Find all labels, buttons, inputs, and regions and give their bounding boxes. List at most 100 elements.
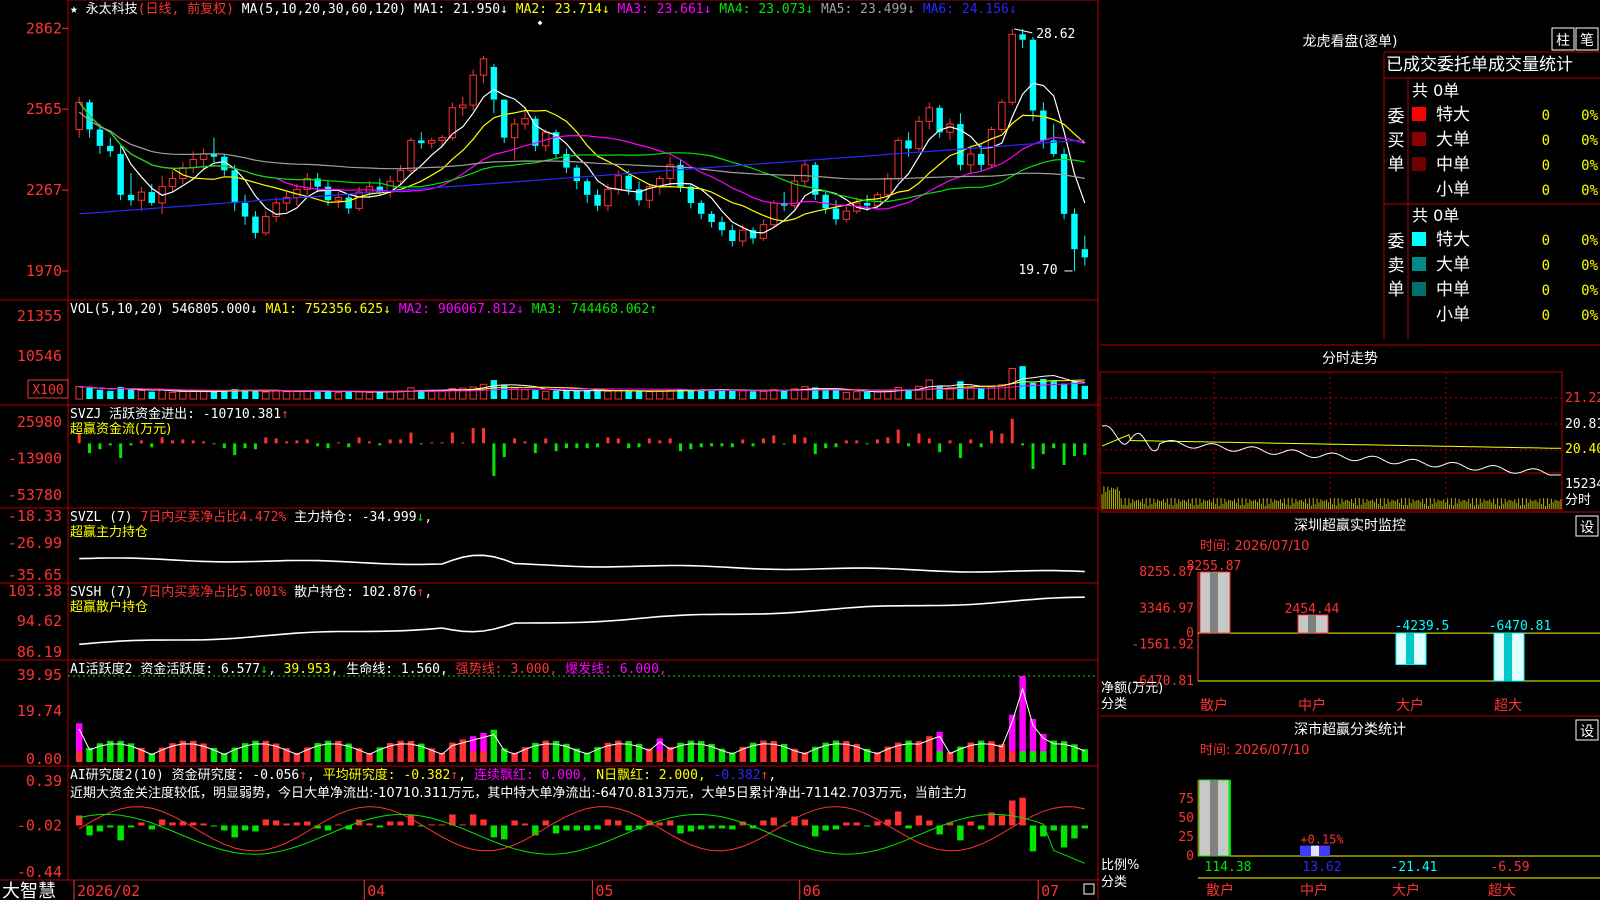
flow-bar [927, 438, 931, 444]
monitor-cat: 超大 [1494, 698, 1522, 714]
vol-bar-down [252, 390, 259, 399]
order-name: 特大 [1436, 230, 1470, 250]
research-bar [957, 825, 964, 841]
candle-body-up [262, 216, 270, 234]
candle-body-down [977, 154, 985, 165]
vol-bar-up [738, 390, 747, 400]
activity-header-part: AI活跃度2 [70, 661, 140, 677]
research-bar [760, 820, 767, 826]
monitor-cat: 散户 [1200, 697, 1228, 714]
vol-bar-down [96, 389, 104, 399]
flow-bar [367, 441, 371, 444]
main-header-part: MA3: 23.661↓ [618, 2, 720, 17]
flow-bar [575, 443, 579, 449]
flow-bar [285, 441, 289, 444]
candle-body-up [427, 139, 436, 144]
vol-bar-down [583, 390, 591, 399]
flow-bar [222, 443, 226, 449]
volume-bars [75, 366, 1089, 400]
main-header-part: MA4: 23.073↓ [719, 2, 821, 17]
svzj-y-tick: 25980 [17, 413, 62, 431]
research-bar [459, 824, 466, 826]
flow-bar [357, 437, 361, 444]
vol-bar-down [635, 390, 643, 399]
research-header-part: 连续飘红: 0.000, [474, 767, 596, 783]
main-header-part: MA6: 24.156↓ [923, 2, 1017, 17]
research-bar [272, 820, 280, 826]
research-bar [926, 820, 933, 826]
research-bar [366, 823, 373, 826]
candle-body-down [832, 208, 840, 220]
research-bar [324, 825, 332, 831]
side-label: 单 [1388, 155, 1405, 175]
vol-bar-down [977, 387, 985, 399]
vol-bar-up [998, 384, 1006, 400]
flow-bar [844, 440, 848, 444]
vol-bar-up [542, 390, 550, 400]
candle-body-up [355, 191, 363, 209]
activity-bar-base [936, 751, 943, 762]
intraday-title: 分时走势 [1322, 351, 1378, 367]
flow-bar [129, 443, 133, 446]
flow-bar [689, 443, 693, 450]
flow-bar [502, 443, 506, 458]
flow-bar [150, 443, 154, 448]
research-bar [397, 821, 404, 826]
activity-bar-base [1040, 751, 1047, 762]
monitor-cat: 大户 [1396, 697, 1424, 714]
research-bar [915, 815, 923, 826]
act-y-tick: 19.74 [17, 702, 62, 720]
main-header-part: MA2: 23.714↓ [516, 2, 618, 17]
main-y-tick: 1970 [26, 262, 62, 280]
vol-bar-up [355, 391, 363, 400]
svsh-header-part: 7日内买卖净占比5.001% [140, 584, 294, 600]
candle-body-up [884, 177, 892, 196]
order-name: 中单 [1436, 155, 1470, 175]
class-bar-shade [1210, 780, 1218, 856]
side-label: 买 [1388, 131, 1405, 151]
flow-bar [606, 437, 610, 444]
monitor-y-tick: -1561.92 [1131, 638, 1194, 653]
candle-body-up [801, 164, 809, 182]
research-bar [863, 825, 871, 827]
candle-body-down [1029, 39, 1037, 111]
order-name: 大单 [1436, 255, 1470, 275]
svzl-header-part: 7日内买卖净占比4.472% [140, 509, 294, 525]
vol-unit: X100 [32, 383, 63, 398]
holding-line [79, 596, 1085, 646]
research-header-part: -0.382 [714, 768, 761, 783]
class-cat: 大户 [1392, 882, 1420, 899]
order-name: 中单 [1436, 280, 1470, 300]
candle-body-down [241, 202, 249, 217]
svsh-header: SVSH (7) 7日内买卖净占比5.001% 散户持仓: 102.876↑, [70, 584, 432, 600]
research-bar [998, 815, 1006, 826]
activity-bar-base [1029, 751, 1037, 762]
order-count: 0 [1542, 183, 1550, 199]
candle-body-down [1040, 110, 1047, 141]
vol-bar-down [1081, 385, 1089, 399]
flow-bar [979, 443, 983, 448]
research-bar [190, 822, 197, 826]
candle-body-down [418, 140, 425, 144]
order-pct: 0% [1581, 183, 1598, 199]
brand-logo: 大智慧 [2, 881, 56, 900]
flow-bar [295, 440, 299, 444]
flow-bar [855, 440, 859, 444]
research-header-part: , [768, 768, 776, 783]
activity-bar [1081, 749, 1089, 762]
flow-bar [471, 428, 475, 444]
candle-body-up [1008, 33, 1016, 103]
flow-bar [585, 443, 589, 449]
research-bar [304, 821, 311, 826]
vol-header-part: MA2: 906067.812↓ [399, 302, 532, 317]
res-y-tick: -0.44 [17, 863, 62, 881]
flow-bar [699, 443, 703, 448]
research-bar [615, 820, 622, 826]
svzj-header-part: 活跃资金进出: -10710.381 [109, 406, 281, 422]
vol-bar-down [532, 390, 539, 399]
flow-bar [316, 443, 320, 447]
research-bar [1009, 800, 1016, 826]
class-y-tick: 50 [1178, 811, 1194, 826]
vol-bar-down [687, 390, 695, 399]
monitor-bar-label: -4239.5 [1395, 619, 1450, 634]
